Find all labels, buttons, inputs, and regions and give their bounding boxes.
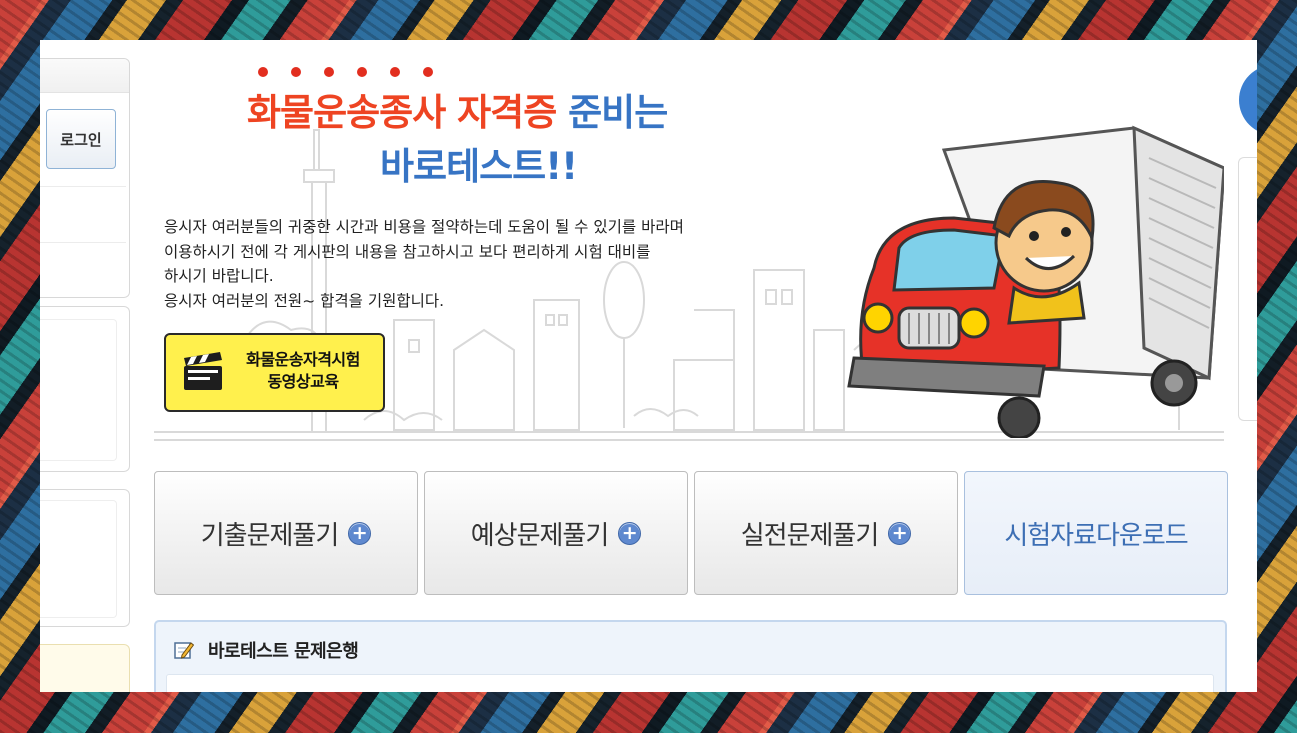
- sidebar-box: [40, 489, 130, 627]
- description-line: 하시기 바랍니다.: [164, 267, 274, 285]
- description-line: 응시자 여러분들의 귀중한 시간과 비용을 절약하는데 도움이 될 수 있기를 …: [164, 218, 684, 236]
- banner-headline: 화물운송종사 자격증 준비는: [247, 82, 668, 136]
- question-bank-title: 바로테스트 문제은행: [208, 641, 359, 662]
- emphasis-dots: [258, 67, 433, 77]
- login-button[interactable]: 로그인: [46, 109, 116, 169]
- main-menu: 기출문제풀기 + 예상문제풀기 + 실전문제풀기 + 시험자료다운로드: [154, 471, 1228, 595]
- video-button-line1: 화물운송자격시험: [246, 350, 360, 369]
- video-button-text: 화물운송자격시험 동영상교육: [228, 349, 378, 393]
- sidebar-notice-box: [40, 644, 130, 692]
- past-exam-button[interactable]: 기출문제풀기 +: [154, 471, 418, 595]
- video-button-line2: 동영상교육: [267, 372, 339, 391]
- question-bank-header: 바로테스트 문제은행: [174, 637, 359, 663]
- description-line: 이용하시기 전에 각 게시판의 내용을 참고하시고 보다 편리하게 시험 대비를: [164, 242, 651, 261]
- clapperboard-icon: [184, 352, 222, 390]
- divider: [40, 186, 126, 187]
- main-banner: 화물운송종사 자격증 준비는 바로테스트!! 응시자 여러분들의 귀중한 시간과…: [154, 40, 1229, 460]
- practice-exam-button[interactable]: 실전문제풀기 +: [694, 471, 958, 595]
- headline-red-text: 화물운송종사 자격증: [247, 91, 557, 134]
- plus-circle-icon: +: [888, 521, 912, 545]
- button-label: 예상문제풀기: [470, 520, 610, 551]
- sidebar-box-inner: [40, 500, 117, 618]
- button-label: 실전문제풀기: [740, 520, 880, 551]
- button-label: 기출문제풀기: [200, 520, 340, 551]
- headline-blue-text: 준비는: [568, 91, 668, 134]
- sidebar-box: [40, 306, 130, 472]
- question-bank-panel: 바로테스트 문제은행: [154, 620, 1227, 692]
- predicted-exam-button[interactable]: 예상문제풀기 +: [424, 471, 688, 595]
- pencil-note-icon: [174, 642, 194, 659]
- button-label: 시험자료다운로드: [1004, 520, 1188, 551]
- login-panel: 로그인: [40, 58, 130, 298]
- divider: [40, 242, 126, 243]
- plus-circle-icon: +: [348, 521, 372, 545]
- sidebar-box-inner: [40, 319, 117, 461]
- browser-page: 로그인 화물운송종사 자격증 준비는 바로테스트!! 응시자 여러분들의 귀중한…: [40, 40, 1257, 692]
- quick-menu-button[interactable]: [1239, 65, 1257, 135]
- video-lecture-button[interactable]: 화물운송자격시험 동영상교육: [164, 333, 385, 412]
- banner-headline-line2: 바로테스트!!: [380, 145, 578, 188]
- right-side-panel: [1238, 157, 1257, 421]
- description-line: 응시자 여러분의 전원~ 합격을 기원합니다.: [164, 291, 445, 310]
- exam-materials-download-button[interactable]: 시험자료다운로드: [964, 471, 1228, 595]
- plus-circle-icon: +: [618, 521, 642, 545]
- question-bank-content: [166, 674, 1214, 692]
- truck-mascot-illustration: [847, 125, 1224, 438]
- banner-description: 응시자 여러분들의 귀중한 시간과 비용을 절약하는데 도움이 될 수 있기를 …: [164, 215, 844, 313]
- login-panel-header: [40, 59, 129, 93]
